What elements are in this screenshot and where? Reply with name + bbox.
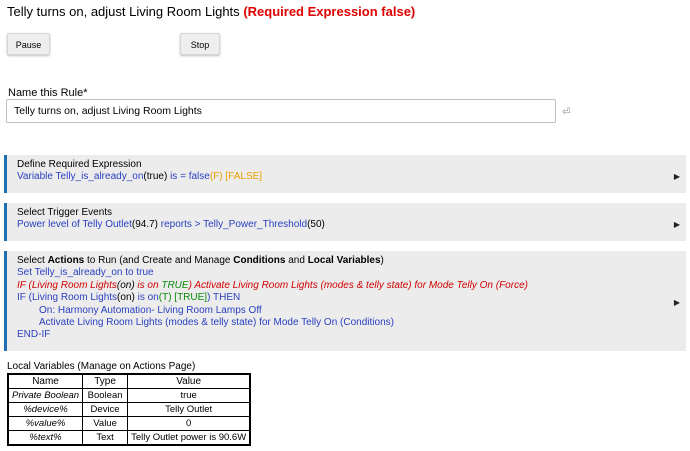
column-header-name: Name xyxy=(7,373,84,389)
action-line-5: Activate Living Room Lights (modes & tel… xyxy=(39,317,394,329)
local-variables-table: Name Type Value Private Boolean Boolean … xyxy=(7,373,252,446)
trigger-events-summary: Power level of Telly Outlet(94.7) report… xyxy=(17,219,325,231)
pause-button[interactable]: Pause xyxy=(7,33,50,55)
triangle-right-icon[interactable]: ▶ xyxy=(674,171,680,183)
action-line-6: END-IF xyxy=(17,329,51,341)
rule-title-text: Telly turns on, adjust Living Room Light… xyxy=(7,4,240,19)
action-line-1: Set Telly_is_already_on to true xyxy=(17,267,154,279)
triangle-right-icon[interactable]: ▶ xyxy=(674,297,680,309)
table-row: %text% Text Telly Outlet power is 90.6W xyxy=(7,430,251,446)
table-header-row: Name Type Value xyxy=(7,373,251,389)
return-arrow-icon: ⏎ xyxy=(562,107,571,118)
actions-header: Select Actions to Run (and Create and Ma… xyxy=(17,255,384,266)
required-expression-panel[interactable]: Define Required Expression Variable Tell… xyxy=(4,155,686,193)
action-line-4: On: Harmony Automation- Living Room Lamp… xyxy=(39,304,262,316)
trigger-events-panel[interactable]: Select Trigger Events Power level of Tel… xyxy=(4,203,686,241)
action-line-2: IF (Living Room Lights(on) is on TRUE) A… xyxy=(17,279,528,291)
page-title: Telly turns on, adjust Living Room Light… xyxy=(7,4,415,19)
rule-name-label: Name this Rule* xyxy=(8,87,88,99)
stop-button[interactable]: Stop xyxy=(180,33,220,55)
required-expression-header: Define Required Expression xyxy=(17,159,142,170)
required-expression-warning: (Required Expression false) xyxy=(243,4,416,19)
local-variables-title: Local Variables (Manage on Actions Page) xyxy=(7,361,196,372)
required-expression-summary: Variable Telly_is_already_on(true) is = … xyxy=(17,171,263,183)
table-row: %device% Device Telly Outlet xyxy=(7,402,251,417)
actions-panel[interactable]: Select Actions to Run (and Create and Ma… xyxy=(4,251,686,351)
action-line-3: IF (Living Room Lights(on) is on(T) [TRU… xyxy=(17,292,241,304)
column-header-value: Value xyxy=(127,373,251,389)
table-row: Private Boolean Boolean true xyxy=(7,388,251,403)
table-row: %value% Value 0 xyxy=(7,416,251,431)
triangle-right-icon[interactable]: ▶ xyxy=(674,219,680,231)
rule-name-input[interactable] xyxy=(6,99,556,123)
column-header-type: Type xyxy=(82,373,129,389)
trigger-events-header: Select Trigger Events xyxy=(17,207,113,218)
